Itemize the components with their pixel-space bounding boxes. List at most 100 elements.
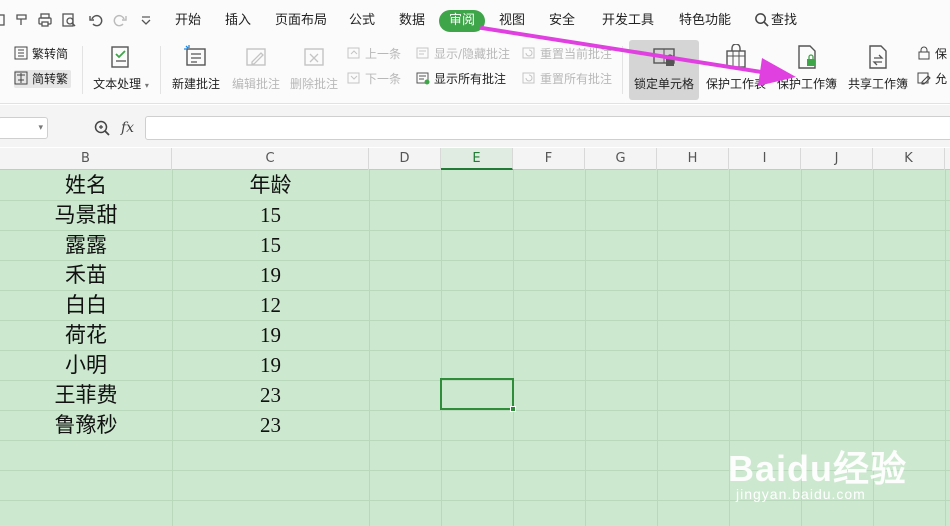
undo-icon[interactable] xyxy=(88,12,104,28)
tab-developer[interactable]: 开发工具 xyxy=(602,12,654,30)
tab-home[interactable]: 开始 xyxy=(175,12,201,30)
cell-age[interactable]: 23 xyxy=(172,410,369,440)
protect-sheet-label: 保护工作表 xyxy=(705,77,766,91)
insert-function-button[interactable]: fx xyxy=(121,119,134,137)
column-header-g[interactable]: G xyxy=(585,148,657,170)
search-label: 查找 xyxy=(771,13,798,28)
simp-to-trad-button[interactable]: 简转繁 xyxy=(14,70,72,88)
trad-to-simp-button[interactable]: 繁转简 xyxy=(14,45,68,63)
edit-comment-label: 编辑批注 xyxy=(231,77,280,91)
column-header-c[interactable]: C xyxy=(172,148,369,170)
cell-name[interactable]: 王菲费 xyxy=(0,380,172,410)
watermark-brand: Baidu经验 xyxy=(728,448,908,489)
tab-data[interactable]: 数据 xyxy=(399,12,425,30)
show-all-comments-label: 显示所有批注 xyxy=(434,72,507,86)
ribbon-divider xyxy=(82,46,83,94)
allow-edit-range-button[interactable]: 允 xyxy=(917,70,947,88)
tab-security[interactable]: 安全 xyxy=(549,12,575,30)
new-comment-button[interactable]: 新建批注 xyxy=(168,40,224,100)
simp-to-trad-label: 简转繁 xyxy=(32,72,69,86)
cell-age[interactable]: 12 xyxy=(172,290,369,320)
chevron-down-icon: ▾ xyxy=(38,123,43,133)
text-process-button[interactable]: 文本处理 ▾ xyxy=(88,40,154,100)
column-headers: B C D E F G H I J K xyxy=(0,148,950,170)
column-header-i[interactable]: I xyxy=(729,148,801,170)
fill-handle[interactable] xyxy=(510,406,516,412)
reset-all-comments-button[interactable]: 重置所有批注 xyxy=(522,70,612,88)
text-process-icon xyxy=(111,46,129,68)
cell-age[interactable]: 23 xyxy=(172,380,369,410)
cell-name[interactable]: 白白 xyxy=(0,290,172,320)
reset-current-comment-button[interactable]: 重置当前批注 xyxy=(522,45,612,63)
delete-comment-icon xyxy=(304,48,324,66)
tab-review[interactable]: 审阅 xyxy=(439,10,486,32)
new-comment-label: 新建批注 xyxy=(171,77,220,91)
column-header-k[interactable]: K xyxy=(873,148,945,170)
cell-age[interactable]: 19 xyxy=(172,350,369,380)
cell-age[interactable]: 15 xyxy=(172,230,369,260)
cell-b-header[interactable]: 姓名 xyxy=(0,170,172,200)
name-box[interactable]: ▾ xyxy=(0,117,48,139)
lock-cell-icon xyxy=(653,48,675,66)
cell-name[interactable]: 露露 xyxy=(0,230,172,260)
reset-current-comment-label: 重置当前批注 xyxy=(540,47,613,61)
column-header-f[interactable]: F xyxy=(513,148,585,170)
prev-comment-label: 上一条 xyxy=(365,47,402,61)
format-painter-icon[interactable] xyxy=(14,12,30,28)
cell-name[interactable]: 小明 xyxy=(0,350,172,380)
lock-cell-button[interactable]: 锁定单元格 xyxy=(629,40,699,100)
cell-name[interactable]: 禾苗 xyxy=(0,260,172,290)
search-icon xyxy=(754,13,771,28)
tab-special-features[interactable]: 特色功能 xyxy=(679,12,731,30)
menu-bar: 开始 插入 页面布局 公式 数据 审阅 视图 安全 开发工具 特色功能 查找 xyxy=(0,0,950,40)
formula-input[interactable] xyxy=(145,116,950,140)
copy-icon[interactable] xyxy=(0,12,10,28)
reset-current-comment-icon xyxy=(522,47,535,59)
tab-page-layout[interactable]: 页面布局 xyxy=(275,12,327,30)
show-all-comments-button[interactable]: 显示所有批注 xyxy=(416,70,506,88)
share-workbook-button[interactable]: 共享工作簿 xyxy=(845,40,911,100)
next-comment-button[interactable]: 下一条 xyxy=(347,70,401,88)
show-hide-comment-icon xyxy=(416,47,429,59)
prev-comment-button[interactable]: 上一条 xyxy=(347,45,401,63)
redo-icon[interactable] xyxy=(112,12,128,28)
protect-workbook-button[interactable]: 保护工作簿 xyxy=(774,40,840,100)
column-header-h[interactable]: H xyxy=(657,148,729,170)
search-button[interactable]: 查找 xyxy=(754,12,797,30)
new-comment-icon xyxy=(184,45,206,66)
text-process-label: 文本处理 xyxy=(93,77,142,91)
column-header-d[interactable]: D xyxy=(369,148,441,170)
cell-name[interactable]: 荷花 xyxy=(0,320,172,350)
protect-sheet-button[interactable]: 保护工作表 xyxy=(703,40,769,100)
spreadsheet-app: 开始 插入 页面布局 公式 数据 审阅 视图 安全 开发工具 特色功能 查找 繁… xyxy=(0,0,950,526)
active-cell-selection[interactable] xyxy=(440,378,516,412)
print-icon[interactable] xyxy=(37,12,53,28)
prev-comment-icon xyxy=(347,47,360,59)
tab-insert[interactable]: 插入 xyxy=(225,12,251,30)
watermark: Baidu经验 jingyan.baidu.com xyxy=(728,432,938,512)
show-hide-comment-button[interactable]: 显示/隐藏批注 xyxy=(416,45,510,63)
ribbon-divider xyxy=(622,46,623,94)
cell-age[interactable]: 19 xyxy=(172,260,369,290)
lock-cell-label: 锁定单元格 xyxy=(633,77,694,91)
cell-name[interactable]: 鲁豫秒 xyxy=(0,410,172,440)
cell-c-header[interactable]: 年龄 xyxy=(172,170,369,200)
protect-sheet-icon xyxy=(726,44,746,68)
column-header-j[interactable]: J xyxy=(801,148,873,170)
zoom-function-icon[interactable] xyxy=(93,119,111,142)
delete-comment-button[interactable]: 删除批注 xyxy=(286,40,342,100)
cell-age[interactable]: 19 xyxy=(172,320,369,350)
column-header-e[interactable]: E xyxy=(441,148,513,170)
protect-partial-button[interactable]: 保 xyxy=(917,45,947,63)
more-dropdown-icon[interactable] xyxy=(138,12,154,28)
protect-workbook-icon xyxy=(798,45,816,69)
column-header-b[interactable]: B xyxy=(0,148,172,170)
cell-name[interactable]: 马景甜 xyxy=(0,200,172,230)
tab-formulas[interactable]: 公式 xyxy=(349,12,375,30)
tab-view[interactable]: 视图 xyxy=(499,12,525,30)
print-preview-icon[interactable] xyxy=(61,12,77,28)
cell-age[interactable]: 15 xyxy=(172,200,369,230)
trad-to-simp-icon xyxy=(14,46,28,60)
edit-comment-button[interactable]: 编辑批注 xyxy=(228,40,284,100)
edit-comment-icon xyxy=(246,48,266,66)
